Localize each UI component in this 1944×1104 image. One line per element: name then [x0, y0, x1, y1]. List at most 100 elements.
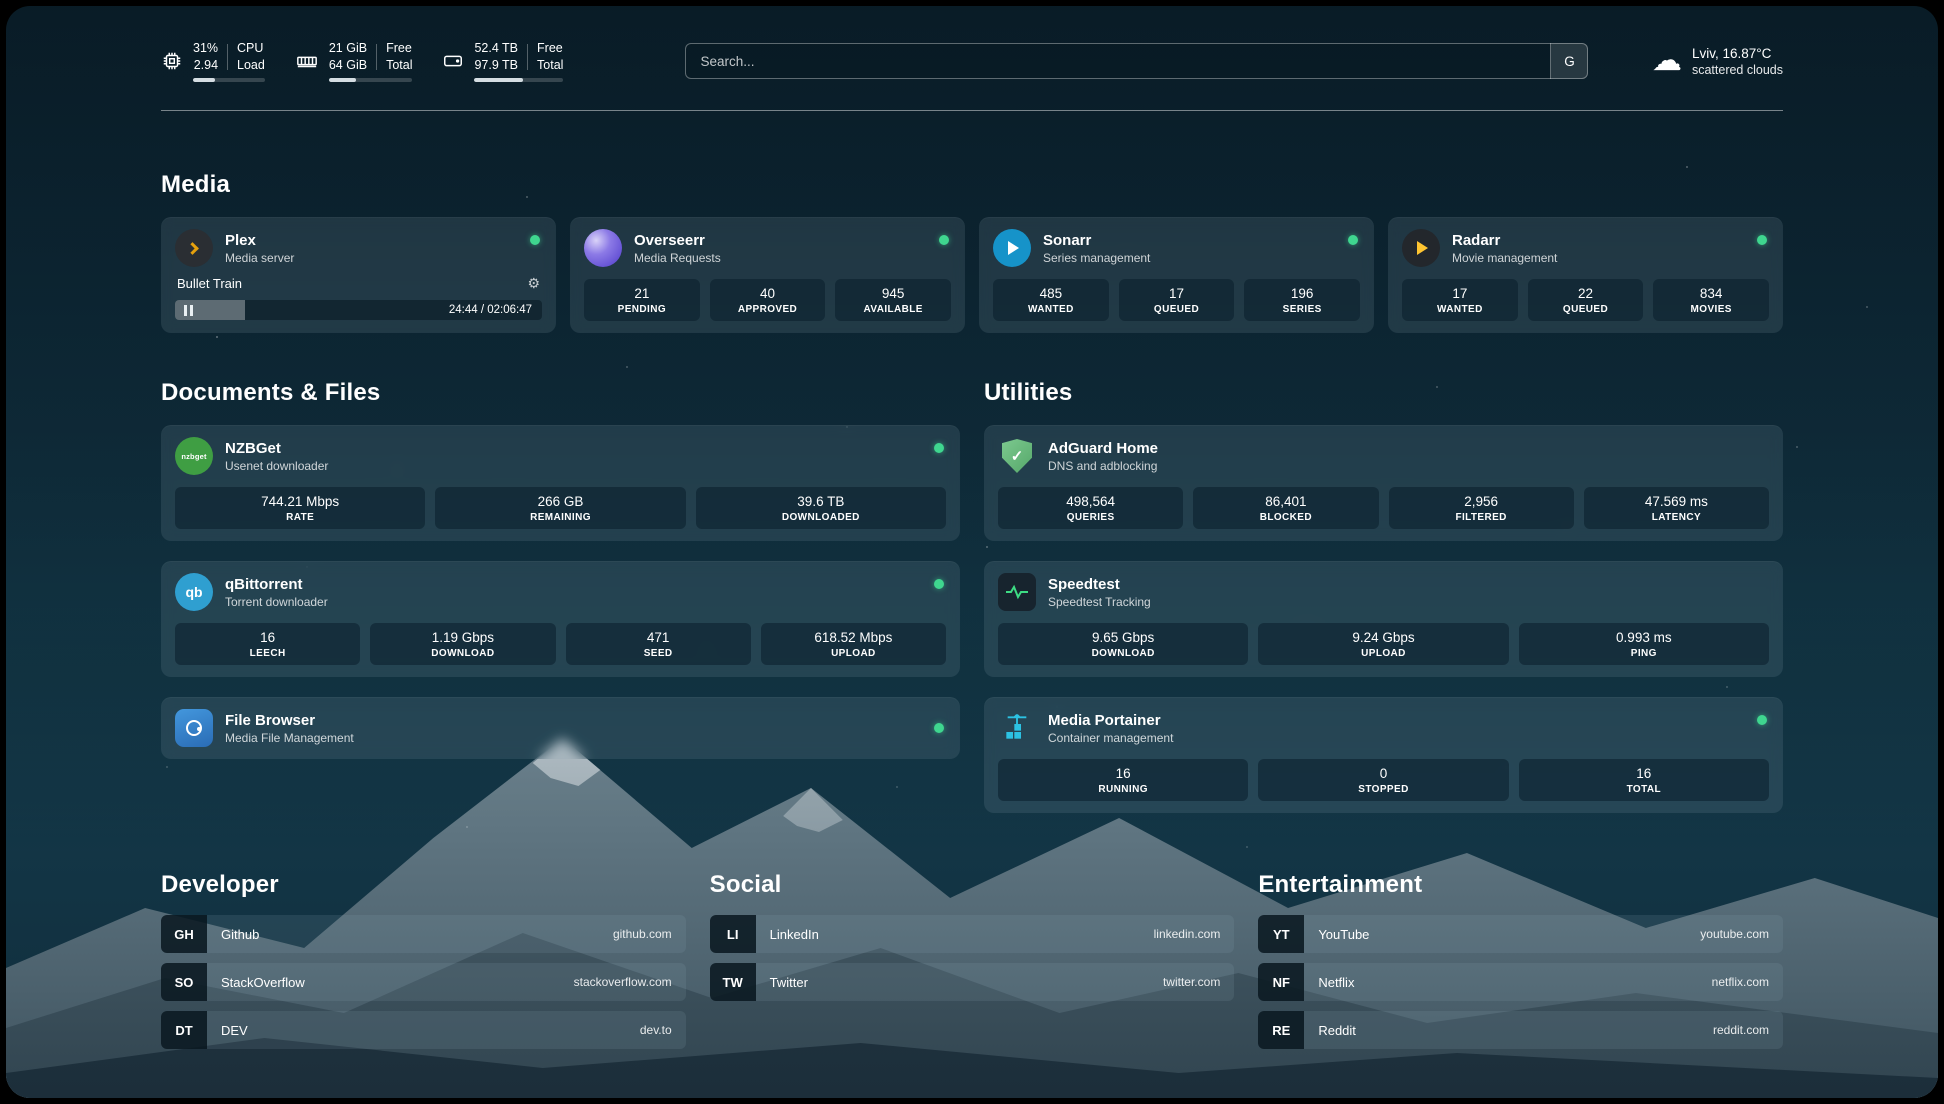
bookmark-name: Reddit — [1304, 1023, 1356, 1038]
app-card-nzbget[interactable]: nzbget NZBGet Usenet downloader 744.21 M… — [161, 425, 960, 541]
bookmark-url: dev.to — [640, 1023, 686, 1037]
app-name: AdGuard Home — [1048, 440, 1158, 457]
bookmark-url: linkedin.com — [1154, 927, 1235, 941]
app-card-qbittorrent[interactable]: qb qBittorrent Torrent downloader 16 LEE… — [161, 561, 960, 677]
disk-label: Free — [537, 40, 563, 57]
top-bar: 31% 2.94 CPU Load — [161, 32, 1783, 90]
app-subtitle: Media Requests — [634, 251, 721, 265]
ram-label-2: Total — [386, 57, 412, 74]
bookmark-dev[interactable]: DT DEV dev.to — [161, 1011, 686, 1049]
app-card-sonarr[interactable]: Sonarr Series management 485 WANTED 17 Q… — [979, 217, 1374, 333]
radarr-icon — [1402, 229, 1440, 267]
section-title-developer: Developer — [161, 871, 686, 899]
status-dot — [1757, 715, 1767, 725]
search-engine-button[interactable]: G — [1550, 43, 1588, 79]
app-card-radarr[interactable]: Radarr Movie management 17 WANTED 22 QUE… — [1388, 217, 1783, 333]
stat-tile: 196 SERIES — [1244, 279, 1360, 321]
plex-icon — [175, 229, 213, 267]
app-name: Speedtest — [1048, 576, 1151, 593]
bookmark-url: reddit.com — [1713, 1023, 1783, 1037]
cpu-label: CPU — [237, 40, 265, 57]
adguard-icon: ✓ — [998, 437, 1036, 475]
bookmark-reddit[interactable]: RE Reddit reddit.com — [1258, 1011, 1783, 1049]
bookmark-abbr: YT — [1258, 915, 1304, 953]
media-grid: Plex Media server Bullet Train ⚙ 24:44 /… — [161, 217, 1783, 333]
gear-icon[interactable]: ⚙ — [527, 275, 540, 292]
status-dot — [934, 443, 944, 453]
stat-tile: 16 LEECH — [175, 623, 360, 665]
bookmarks-entertainment: Entertainment YT YouTube youtube.com NF … — [1258, 871, 1783, 1059]
section-title-documents: Documents & Files — [161, 379, 960, 407]
app-name: Sonarr — [1043, 232, 1150, 249]
pause-icon[interactable] — [184, 305, 193, 316]
bookmarks-social: Social LI LinkedIn linkedin.com TW Twitt… — [710, 871, 1235, 1059]
qbittorrent-icon: qb — [175, 573, 213, 611]
disk-total-value: 97.9 TB — [474, 57, 518, 74]
app-name: File Browser — [225, 712, 354, 729]
weather-widget[interactable]: ☁ Lviv, 16.87°C scattered clouds — [1652, 46, 1783, 77]
app-card-speedtest[interactable]: Speedtest Speedtest Tracking 9.65 Gbps D… — [984, 561, 1783, 677]
app-name: Media Portainer — [1048, 712, 1173, 729]
disk-icon — [442, 50, 464, 72]
app-card-plex[interactable]: Plex Media server Bullet Train ⚙ 24:44 /… — [161, 217, 556, 333]
bookmark-abbr: RE — [1258, 1011, 1304, 1049]
section-title-social: Social — [710, 871, 1235, 899]
app-card-portainer[interactable]: Media Portainer Container management 16 … — [984, 697, 1783, 813]
bookmark-linkedin[interactable]: LI LinkedIn linkedin.com — [710, 915, 1235, 953]
bookmark-abbr: SO — [161, 963, 207, 1001]
snow-specks — [6, 6, 8, 8]
app-subtitle: Torrent downloader — [225, 595, 328, 609]
app-card-overseerr[interactable]: Overseerr Media Requests 21 PENDING 40 A… — [570, 217, 965, 333]
stat-tile: 471 SEED — [566, 623, 751, 665]
bookmark-github[interactable]: GH Github github.com — [161, 915, 686, 953]
ram-free-value: 21 GiB — [329, 40, 367, 57]
overseerr-icon — [584, 229, 622, 267]
playback-progress-bar[interactable]: 24:44 / 02:06:47 — [175, 300, 542, 320]
disk-widget: 52.4 TB 97.9 TB Free Total — [442, 40, 563, 82]
weather-condition: scattered clouds — [1692, 63, 1783, 77]
app-name: qBittorrent — [225, 576, 328, 593]
app-card-filebrowser[interactable]: File Browser Media File Management — [161, 697, 960, 759]
app-subtitle: Media File Management — [225, 731, 354, 745]
app-subtitle: Usenet downloader — [225, 459, 328, 473]
weather-location: Lviv, 16.87°C — [1692, 46, 1783, 61]
cpu-load-value: 2.94 — [194, 57, 218, 74]
status-dot — [1757, 235, 1767, 245]
bookmark-url: youtube.com — [1700, 927, 1783, 941]
stat-tile: 0.993 ms PING — [1519, 623, 1769, 665]
bookmark-youtube[interactable]: YT YouTube youtube.com — [1258, 915, 1783, 953]
stat-tile: 266 GB REMAINING — [435, 487, 685, 529]
stat-tile: 498,564 QUERIES — [998, 487, 1183, 529]
ram-widget: 21 GiB 64 GiB Free Total — [295, 40, 413, 82]
divider — [227, 44, 228, 70]
bookmark-netflix[interactable]: NF Netflix netflix.com — [1258, 963, 1783, 1001]
stat-tile: 9.65 Gbps DOWNLOAD — [998, 623, 1248, 665]
app-subtitle: DNS and adblocking — [1048, 459, 1158, 473]
section-title-utilities: Utilities — [984, 379, 1783, 407]
bookmark-name: DEV — [207, 1023, 248, 1038]
cpu-icon — [161, 50, 183, 72]
divider — [527, 44, 528, 70]
app-card-adguard[interactable]: ✓ AdGuard Home DNS and adblocking 498,56… — [984, 425, 1783, 541]
bookmark-name: Github — [207, 927, 259, 942]
search-input[interactable] — [685, 43, 1588, 79]
divider — [376, 44, 377, 70]
status-dot — [1348, 235, 1358, 245]
app-name: Radarr — [1452, 232, 1557, 249]
stat-tile: 1.19 Gbps DOWNLOAD — [370, 623, 555, 665]
ram-label: Free — [386, 40, 412, 57]
filebrowser-icon — [175, 709, 213, 747]
stat-tile: 17 WANTED — [1402, 279, 1518, 321]
stat-tile: 834 MOVIES — [1653, 279, 1769, 321]
header-divider — [161, 110, 1783, 111]
search-bar: G — [685, 43, 1588, 79]
speedtest-icon — [998, 573, 1036, 611]
bookmark-twitter[interactable]: TW Twitter twitter.com — [710, 963, 1235, 1001]
bookmark-name: YouTube — [1304, 927, 1369, 942]
stat-tile: 86,401 BLOCKED — [1193, 487, 1378, 529]
status-dot — [934, 723, 944, 733]
bookmark-name: Twitter — [756, 975, 808, 990]
stat-tile: 618.52 Mbps UPLOAD — [761, 623, 946, 665]
bookmark-stackoverflow[interactable]: SO StackOverflow stackoverflow.com — [161, 963, 686, 1001]
playback-time: 24:44 / 02:06:47 — [449, 304, 532, 316]
